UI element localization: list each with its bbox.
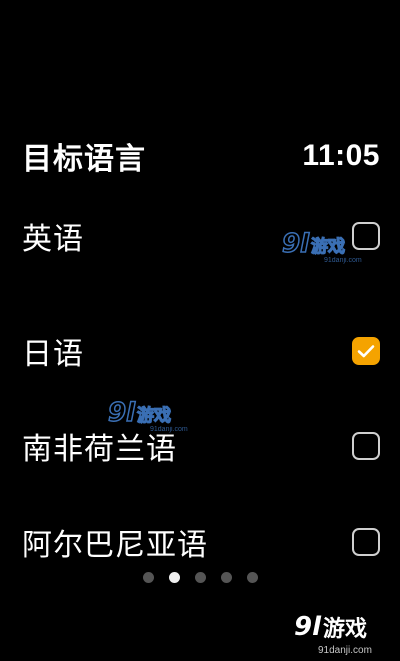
language-label: 英语 <box>22 222 84 257</box>
watermark-logo: 9l 游戏 91danji.com <box>294 612 372 656</box>
checkbox[interactable] <box>352 528 380 556</box>
page-dot[interactable] <box>246 572 258 583</box>
language-label: 阿尔巴尼亚语 <box>22 528 208 563</box>
page-dot[interactable] <box>142 572 154 583</box>
language-label: 日语 <box>22 337 84 372</box>
header: 目标语言 11:05 <box>22 136 380 177</box>
page-indicator <box>0 572 400 583</box>
checkbox[interactable] <box>352 222 380 250</box>
checkbox[interactable] <box>352 337 380 365</box>
clock: 11:05 <box>302 139 380 172</box>
page-dot[interactable] <box>194 572 206 583</box>
language-item-japanese[interactable]: 日语 <box>22 321 380 381</box>
page-title: 目标语言 <box>22 142 146 177</box>
checkbox[interactable] <box>352 432 380 460</box>
language-item-english[interactable]: 英语 <box>22 206 380 266</box>
checkmark-icon <box>357 345 375 358</box>
page-dot[interactable] <box>220 572 232 583</box>
language-item-afrikaans[interactable]: 南非荷兰语 <box>22 416 380 476</box>
page-dot-active[interactable] <box>168 572 180 583</box>
language-item-albanian[interactable]: 阿尔巴尼亚语 <box>22 512 380 572</box>
language-label: 南非荷兰语 <box>22 432 177 467</box>
